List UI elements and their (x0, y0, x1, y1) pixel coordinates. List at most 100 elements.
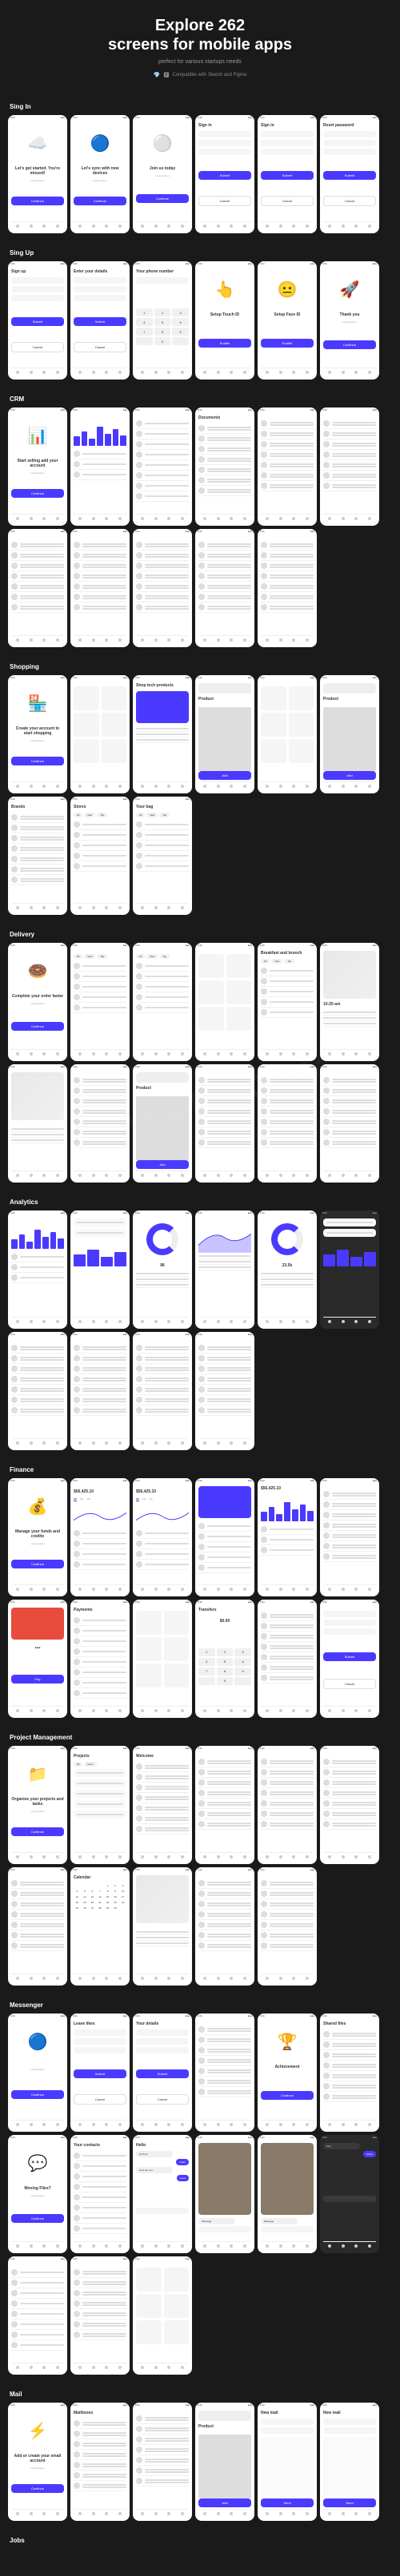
mobile-screen: 9:41●●●Message (195, 2135, 254, 2253)
screen-grid: 9:41●●●🔵Lorem ipsumContinue9:41●●●Leave … (8, 2013, 392, 2375)
mobile-screen: 9:41●●● (258, 1746, 317, 1864)
mobile-screen: 9:41●●●AllNewTop (70, 943, 130, 1061)
mobile-screen: 9:41●●● (133, 407, 192, 526)
mobile-screen: 9:41●●●💰Manage your funds and creditsLor… (8, 1478, 67, 1596)
section-mail: Mail 9:41●●●⚡Add or create your email acc… (8, 2391, 392, 2521)
page-container: Explore 262 screens for mobile apps perf… (0, 0, 400, 2576)
mobile-screen: 9:41●●● (133, 2403, 192, 2521)
mobile-screen: 9:41●●● (258, 1600, 317, 1718)
page-title: Explore 262 screens for mobile apps (8, 16, 392, 54)
mobile-screen: 9:41●●● (320, 407, 379, 526)
mobile-screen: 9:41●●● (320, 1210, 379, 1329)
subtitle: perfect for various startups needs (8, 59, 392, 65)
mobile-screen: 9:41●●●😐Setup Face IDEnable (258, 261, 317, 380)
sketch-icon: 💎 (154, 72, 161, 78)
mobile-screen: 9:41●●● (70, 675, 130, 793)
mobile-screen: 9:41●●● (320, 1064, 379, 1183)
mobile-screen: 9:41●●●⚪Join us todayLorem ipsumContinue (133, 115, 192, 233)
screen-grid: 9:41●●●📊Start selling add your accountLo… (8, 407, 392, 647)
title-line1: Explore 262 (155, 17, 245, 34)
section-delivery: Delivery 9:41●●●🍩Complete your order fast… (8, 931, 392, 1183)
section-label: CRM (8, 396, 392, 403)
mobile-screen: 9:41●●● (195, 2013, 254, 2132)
mobile-screen: 9:41●●● (258, 529, 317, 647)
mobile-screen: 9:41●●● (70, 407, 130, 526)
section-jobs: Jobs (8, 2537, 392, 2544)
mobile-screen: 9:41●●●$56,425.101D1W1M (133, 1478, 192, 1596)
mobile-screen: 9:41●●●Brands (8, 797, 67, 915)
screen-grid: 9:41●●●9:41●●●9:41●●●969:41●●●9:41●●●23.… (8, 1210, 392, 1450)
section-label: Finance (8, 1466, 392, 1473)
mobile-screen: 9:41●●● (8, 1210, 67, 1329)
mobile-screen: 9:41●●● (258, 1867, 317, 1986)
mobile-screen: 9:41●●●StoresAllNewTop (70, 797, 130, 915)
mobile-screen: 9:41●●● (320, 1746, 379, 1864)
mobile-screen: 9:41●●●Sign inSubmitCancel (195, 115, 254, 233)
mobile-screen: 9:41●●●ProductAdd (195, 2403, 254, 2521)
mobile-screen: 9:41●●●📊Start selling add your accountLo… (8, 407, 67, 526)
screen-grid: 9:41●●●⚡Add or create your email account… (8, 2403, 392, 2521)
mobile-screen: 9:41●●●Message (258, 2135, 317, 2253)
screen-grid: 9:41●●●🍩Complete your order fasterLorem … (8, 943, 392, 1183)
mobile-screen: 9:41●●● (195, 1332, 254, 1450)
mobile-screen: 9:41●●● (8, 1064, 67, 1183)
mobile-screen: 9:41●●●••••Pay (8, 1600, 67, 1718)
mobile-screen: 9:41●●●⚡Add or create your email account… (8, 2403, 67, 2521)
mobile-screen: 9:41●●●Your bagAllNewTop (133, 797, 192, 915)
mobile-screen: 9:41●●●Welcome (133, 1746, 192, 1864)
mobile-screen: 9:41●●● (70, 2256, 130, 2375)
mobile-screen: 9:41●●● (133, 2256, 192, 2375)
mobile-screen: 9:41●●●Calendar1234567891011121314151617… (70, 1867, 130, 1986)
mobile-screen: 9:41●●●10:20 am (320, 943, 379, 1061)
mobile-screen: 9:41●●●🔵Let's sync with new devicesLorem… (70, 115, 130, 233)
compat-text: Compatible with Sketch and Figma (173, 73, 247, 78)
figma-icon: 🅵 (164, 71, 170, 79)
section-messenger: Messenger 9:41●●●🔵Lorem ipsumContinue 9:41… (8, 2002, 392, 2375)
section-crm: CRM 9:41●●●📊Start selling add your accoun… (8, 396, 392, 647)
mobile-screen: 9:41●●●ProductAdd (133, 1064, 192, 1183)
mobile-screen: 9:41●●●Your detailsSubmitCancel (133, 2013, 192, 2132)
mobile-screen: 9:41●●●Sign upSubmitCancel (8, 261, 67, 380)
mobile-screen: 9:41●●● (195, 1867, 254, 1986)
mobile-screen: 9:41●●● (8, 1332, 67, 1450)
mobile-screen: 9:41●●●Shared files (320, 2013, 379, 2132)
mobile-screen: 9:41●●●Enter your detailsSubmitCancel (70, 261, 130, 380)
mobile-screen: 9:41●●●96 (133, 1210, 192, 1329)
mobile-screen: 9:41●●●New mailSend (258, 2403, 317, 2521)
mobile-screen: 9:41●●●Your phone number1234567890 (133, 261, 192, 380)
mobile-screen: 9:41●●●Breakfast and brunchAllNewTop (258, 943, 317, 1061)
mobile-screen: 9:41●●●HelloHi thereHello!How are youGoo… (133, 2135, 192, 2253)
mobile-screen: 9:41●●●Payments (70, 1600, 130, 1718)
mobile-screen: 9:41●●●🏆AchievementContinue (258, 2013, 317, 2132)
mobile-screen: 9:41●●●Mailboxes (70, 2403, 130, 2521)
screen-grid: 9:41●●●🏪Create your account to start sho… (8, 675, 392, 915)
section-label: Jobs (8, 2537, 392, 2544)
mobile-screen: 9:41●●● (70, 529, 130, 647)
mobile-screen: 9:41●●● (8, 1867, 67, 1986)
mobile-screen: 9:41●●● (70, 1332, 130, 1450)
mobile-screen: 9:41●●● (320, 1478, 379, 1596)
mobile-screen: 9:41●●●Transfers$0.00123456789.0. (195, 1600, 254, 1718)
mobile-screen: 9:41●●● (133, 529, 192, 647)
mobile-screen: 9:41●●●ProductAdd (195, 675, 254, 793)
section-label: Mail (8, 2391, 392, 2398)
section-label: Analytics (8, 1199, 392, 1206)
section-label: Sing Up (8, 249, 392, 256)
mobile-screen: 9:41●●● (195, 1478, 254, 1596)
section-shopping: Shopping9:41●●●🏪Create your account to s… (8, 663, 392, 915)
section-label: Messenger (8, 2002, 392, 2009)
screen-grid: 9:41●●●Sign upSubmitCancel9:41●●●Enter y… (8, 261, 392, 380)
section-analytics: Analytics9:41●●●9:41●●●9:41●●●969:41●●●9… (8, 1199, 392, 1450)
mobile-screen: 9:41●●● (258, 675, 317, 793)
mobile-screen: 9:41●●●📁Organise your projects and tasks… (8, 1746, 67, 1864)
section-label: Delivery (8, 931, 392, 938)
header: Explore 262 screens for mobile apps perf… (8, 16, 392, 79)
mobile-screen: 9:41●●●Reset passwordSubmitCancel (320, 115, 379, 233)
mobile-screen: 9:41●●●🔵Lorem ipsumContinue (8, 2013, 67, 2132)
section-project: Project Management9:41●●●📁Organise your … (8, 1734, 392, 1986)
mobile-screen: 9:41●●● (70, 1064, 130, 1183)
mobile-screen: 9:41●●●Sign inSubmitCancel (258, 115, 317, 233)
mobile-screen: 9:41●●●ProductAdd (320, 675, 379, 793)
mobile-screen: 9:41●●● (133, 1867, 192, 1986)
mobile-screen: 9:41●●● (195, 1210, 254, 1329)
